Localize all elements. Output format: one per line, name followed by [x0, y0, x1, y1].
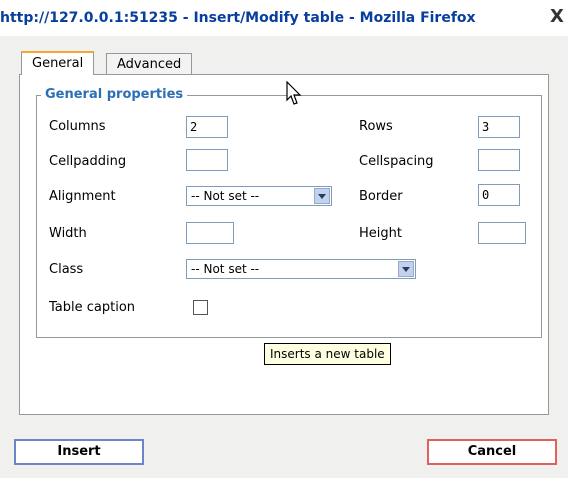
height-label: Height — [359, 226, 402, 241]
chevron-down-icon[interactable] — [314, 188, 330, 204]
window-title: http://127.0.0.1:51235 - Insert/Modify t… — [0, 10, 476, 26]
height-input[interactable] — [478, 222, 526, 244]
columns-input[interactable] — [186, 116, 228, 138]
cellspacing-label: Cellspacing — [359, 154, 434, 169]
tooltip: Inserts a new table — [264, 343, 391, 365]
cellspacing-input[interactable] — [478, 149, 520, 171]
cellpadding-label: Cellpadding — [49, 154, 127, 169]
fieldset-legend: General properties — [41, 87, 188, 102]
class-select-value: -- Not set -- — [191, 262, 260, 276]
columns-label: Columns — [49, 119, 106, 134]
width-input[interactable] — [186, 222, 234, 244]
border-label: Border — [359, 189, 403, 204]
cellpadding-input[interactable] — [186, 149, 228, 171]
close-icon[interactable]: X — [548, 8, 566, 26]
table-caption-checkbox[interactable] — [193, 300, 208, 315]
mouse-pointer-icon — [286, 81, 302, 105]
border-input[interactable] — [478, 184, 520, 206]
insert-button[interactable]: Insert — [14, 439, 144, 465]
width-label: Width — [49, 226, 87, 241]
rows-input[interactable] — [478, 116, 520, 138]
rows-label: Rows — [359, 119, 393, 134]
class-select[interactable]: -- Not set -- — [186, 259, 416, 279]
alignment-label: Alignment — [49, 189, 116, 204]
class-label: Class — [49, 262, 84, 277]
alignment-select-value: -- Not set -- — [191, 189, 260, 203]
alignment-select[interactable]: -- Not set -- — [186, 186, 332, 206]
chevron-down-icon[interactable] — [398, 261, 414, 277]
tab-advanced[interactable]: Advanced — [106, 53, 193, 74]
tab-general[interactable]: General — [21, 51, 95, 75]
cancel-button[interactable]: Cancel — [427, 439, 557, 465]
window-titlebar: http://127.0.0.1:51235 - Insert/Modify t… — [0, 0, 568, 36]
table-caption-label: Table caption — [49, 300, 136, 315]
